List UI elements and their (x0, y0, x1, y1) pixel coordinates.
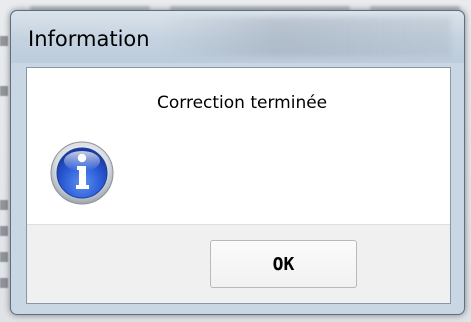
titlebar-glass (161, 17, 451, 57)
dialog-footer: OK (27, 224, 450, 303)
dialog-body: Correction terminée OK (26, 67, 451, 304)
dialog-message: Correction terminée (157, 93, 328, 113)
dialog-title: Information (28, 27, 150, 51)
info-icon (50, 141, 114, 205)
ok-button[interactable]: OK (210, 240, 357, 288)
information-dialog: Information Correction terminée OK (10, 10, 465, 315)
dialog-titlebar[interactable]: Information (11, 11, 464, 63)
